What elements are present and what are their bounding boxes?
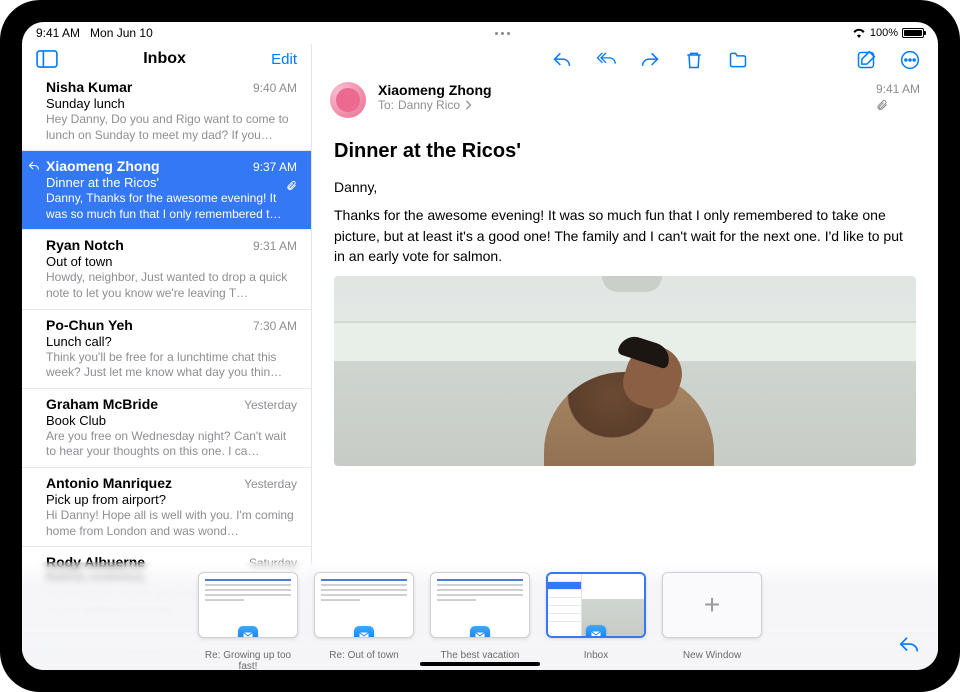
- message-subject: Book Club: [46, 413, 297, 428]
- shelf-window[interactable]: + New Window: [662, 572, 762, 670]
- inbox-title: Inbox: [143, 50, 186, 68]
- message-sender: Po-Chun Yeh: [46, 317, 133, 333]
- avatar[interactable]: [330, 82, 366, 118]
- mail-app-icon: [586, 625, 606, 638]
- shelf-thumb: [314, 572, 414, 638]
- message-time: 9:31 AM: [253, 239, 297, 253]
- message-item[interactable]: Nisha Kumar 9:40 AMSunday lunchHey Danny,…: [22, 72, 311, 151]
- message-preview: Hi Danny! Hope all is well with you. I'm…: [46, 508, 297, 539]
- message-time: 9:40 AM: [253, 81, 297, 95]
- message-time: Yesterday: [244, 398, 297, 412]
- message-sender: Xiaomeng Zhong: [46, 158, 160, 174]
- edit-button[interactable]: Edit: [271, 51, 297, 68]
- message-sender: Nisha Kumar: [46, 79, 132, 95]
- home-indicator[interactable]: [420, 662, 540, 666]
- message-subject: Out of town: [46, 254, 297, 269]
- shelf-label: Inbox: [584, 650, 608, 670]
- message-item[interactable]: Xiaomeng Zhong 9:37 AMDinner at the Ricos…: [22, 151, 311, 230]
- message-time: 9:37 AM: [253, 160, 297, 174]
- shelf-window[interactable]: The best vacation: [430, 572, 530, 670]
- message-preview: Think you'll be free for a lunchtime cha…: [46, 350, 297, 381]
- message-sender: Graham McBride: [46, 396, 158, 412]
- shelf-window[interactable]: Re: Growing up too fast!: [198, 572, 298, 670]
- message-time: 7:30 AM: [253, 319, 297, 333]
- mail-subject: Dinner at the Ricos': [334, 140, 916, 163]
- mail-to-name: Danny Rico: [398, 98, 460, 112]
- folder-move-icon[interactable]: [728, 50, 748, 70]
- shelf-thumb: [198, 572, 298, 638]
- shelf-thumb: [430, 572, 530, 638]
- window-shelf: Re: Growing up too fast! Re: Out of town T…: [22, 562, 938, 670]
- message-item[interactable]: Po-Chun Yeh 7:30 AMLunch call?Think you'l…: [22, 310, 311, 389]
- attachment-icon: [286, 179, 297, 192]
- message-preview: Hey Danny, Do you and Rigo want to come …: [46, 112, 297, 143]
- mail-body-text: Thanks for the awesome evening! It was s…: [334, 205, 916, 266]
- reply-icon[interactable]: [552, 50, 572, 70]
- compose-reply-fab[interactable]: [898, 634, 920, 656]
- message-preview: Howdy, neighbor, Just wanted to drop a q…: [46, 270, 297, 301]
- more-icon[interactable]: [900, 50, 920, 70]
- shelf-window[interactable]: Re: Out of town: [314, 572, 414, 670]
- mail-app-icon: [354, 626, 374, 638]
- message-subject: Lunch call?: [46, 334, 297, 349]
- message-subject: Pick up from airport?: [46, 492, 297, 507]
- battery-icon: [902, 28, 924, 38]
- message-sender: Ryan Notch: [46, 237, 124, 253]
- mail-attachment-image[interactable]: [334, 276, 916, 466]
- message-subject: Sunday lunch: [46, 96, 297, 111]
- message-list[interactable]: Nisha Kumar 9:40 AMSunday lunchHey Danny,…: [22, 72, 311, 635]
- shelf-label: Re: Growing up too fast!: [198, 650, 298, 670]
- status-date: Mon Jun 10: [90, 26, 153, 40]
- multitask-dots-icon[interactable]: [153, 32, 852, 35]
- message-sender: Antonio Manriquez: [46, 475, 172, 491]
- forward-icon[interactable]: [640, 50, 660, 70]
- reply-all-icon[interactable]: [596, 50, 616, 70]
- chevron-right-icon: [464, 100, 472, 110]
- mail-toolbar: [312, 44, 938, 74]
- compose-icon[interactable]: [856, 50, 876, 70]
- message-subject: Dinner at the Ricos': [46, 175, 297, 190]
- mail-to-label: To:: [378, 98, 394, 112]
- shelf-label: Re: Out of town: [329, 650, 398, 670]
- sidebar-toggle-icon[interactable]: [36, 50, 58, 68]
- message-item[interactable]: Antonio Manriquez YesterdayPick up from a…: [22, 468, 311, 547]
- mail-app-icon: [238, 626, 258, 638]
- replied-icon: [28, 160, 40, 172]
- trash-icon[interactable]: [684, 50, 704, 70]
- plus-icon: +: [704, 589, 720, 621]
- shelf-label: New Window: [683, 650, 741, 670]
- message-preview: Are you free on Wednesday night? Can't w…: [46, 429, 297, 460]
- message-preview: Danny, Thanks for the awesome evening! I…: [46, 191, 297, 222]
- status-bar: 9:41 AM Mon Jun 10 100%: [22, 22, 938, 44]
- message-item[interactable]: Graham McBride YesterdayBook ClubAre you …: [22, 389, 311, 468]
- message-item[interactable]: Ryan Notch 9:31 AMOut of townHowdy, neigh…: [22, 230, 311, 309]
- shelf-label: The best vacation: [441, 650, 520, 670]
- attachment-icon: [876, 98, 920, 112]
- mail-time: 9:41 AM: [876, 82, 920, 96]
- shelf-window[interactable]: Inbox: [546, 572, 646, 670]
- mail-from[interactable]: Xiaomeng Zhong: [378, 82, 864, 98]
- mail-app-icon: [470, 626, 490, 638]
- message-time: Yesterday: [244, 477, 297, 491]
- shelf-thumb-new: +: [662, 572, 762, 638]
- status-time: 9:41 AM: [36, 26, 80, 40]
- mail-greeting: Danny,: [334, 177, 916, 197]
- battery-pct: 100%: [870, 27, 898, 39]
- wifi-icon: [852, 28, 866, 38]
- mail-to-row[interactable]: To: Danny Rico: [378, 98, 864, 112]
- shelf-thumb: [546, 572, 646, 638]
